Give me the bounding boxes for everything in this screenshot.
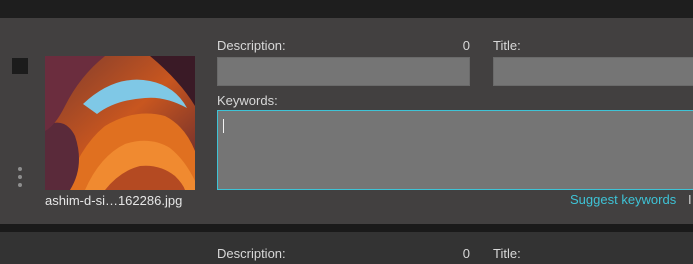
stock-item-row-2: Description: 0 Title: — [0, 232, 693, 264]
image-thumbnail[interactable] — [45, 56, 195, 190]
top-band — [0, 0, 693, 16]
description-input[interactable] — [217, 57, 470, 86]
title-label: Title: — [493, 38, 521, 53]
title-label-2: Title: — [493, 246, 521, 261]
select-checkbox[interactable] — [12, 58, 28, 74]
more-options-icon[interactable] — [17, 167, 23, 193]
row-separator — [0, 224, 693, 232]
description-label: Description: — [217, 38, 286, 53]
description-char-count: 0 — [462, 38, 470, 53]
suggest-keywords-link[interactable]: Suggest keywords — [570, 192, 676, 207]
description-char-count-2: 0 — [462, 246, 470, 261]
stock-item-row: ashim-d-si…162286.jpg Description: 0 Tit… — [0, 18, 693, 224]
title-input[interactable] — [493, 57, 693, 86]
keywords-input[interactable] — [217, 110, 693, 190]
text-caret — [223, 119, 224, 133]
overflow-text: I — [688, 192, 692, 207]
file-name: ashim-d-si…162286.jpg — [45, 193, 183, 208]
description-label-2: Description: — [217, 246, 286, 261]
keywords-label: Keywords: — [217, 93, 278, 108]
